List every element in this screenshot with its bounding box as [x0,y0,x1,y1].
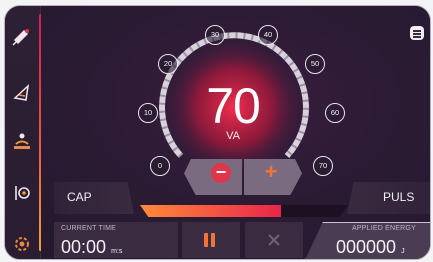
time-unit: m:s [111,248,123,255]
gauge-tick: 70 [313,156,333,176]
current-time-label: CURRENT TIME [61,225,117,232]
minus-icon: − [211,163,231,183]
energy-value-text: 000000 [336,237,397,257]
mode-puls-label: PULS [383,190,415,204]
progress-fill [140,205,282,217]
gauge-tick: 0 [150,156,170,176]
energy-unit: J [401,248,405,255]
gauge-unit: VA [226,130,240,142]
applied-energy-label: APPLIED ENERGY [352,225,416,232]
mode-cap-label: CAP [67,190,92,204]
gauge-tick: 40 [258,25,278,45]
treatment-progress-bar [140,205,348,217]
gauge-tick: 30 [205,25,225,45]
gauge-tick: 50 [305,54,325,74]
gauge-tick: 10 [138,103,158,123]
close-icon [268,234,280,246]
applied-energy-value: 000000 J [336,237,405,258]
device-screen: 70 VA 0 10 20 30 40 50 60 70 − + CAP PUL… [4,5,431,260]
plus-icon: + [264,159,278,184]
time-value-text: 00:00 [61,237,107,257]
gauge-value: 70 [206,78,261,134]
current-time-value: 00:00 m:s [61,237,122,258]
pause-icon [204,233,216,247]
gauge-tick: 20 [158,54,178,74]
gauge-tick: 60 [325,103,345,123]
mode-cap-tab[interactable] [54,182,134,214]
